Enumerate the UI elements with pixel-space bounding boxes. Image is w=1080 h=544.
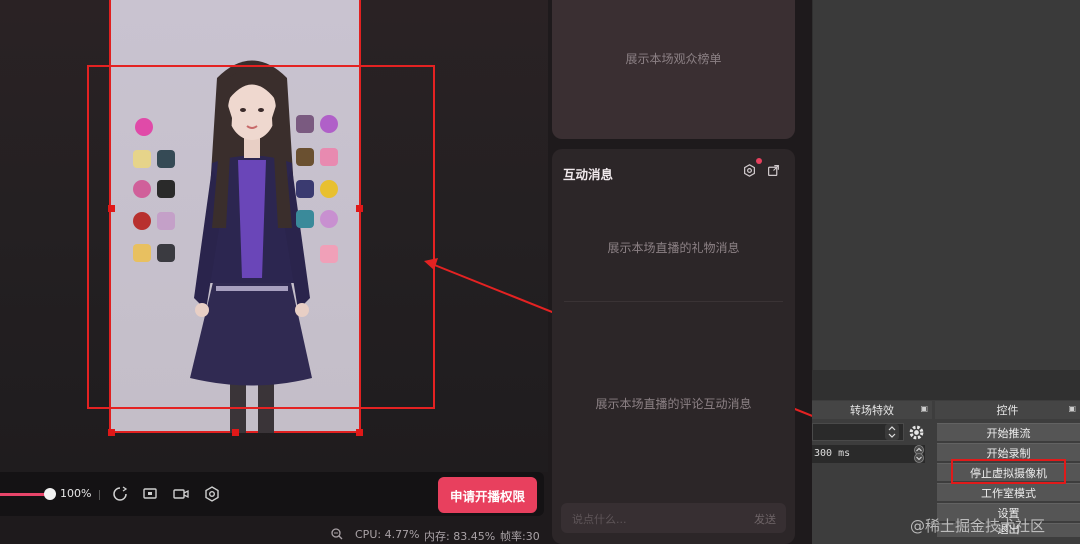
studio-mode-button[interactable]: 工作室模式: [937, 483, 1080, 501]
duration-field[interactable]: 300 ms: [812, 445, 925, 463]
audience-ranking-panel: 展示本场观众榜单: [552, 0, 795, 139]
float-dock-icon[interactable]: ▣: [1068, 404, 1076, 413]
gear-icon[interactable]: [907, 423, 926, 442]
zoom-slider-track[interactable]: [0, 493, 48, 496]
rotate-icon[interactable]: [112, 486, 128, 502]
zoom-slider-knob[interactable]: [44, 488, 56, 500]
cpu-status: CPU: 4.77%: [355, 528, 420, 541]
settings-icon[interactable]: [743, 164, 756, 177]
audience-hint: 展示本场观众榜单: [625, 52, 722, 66]
resize-handle[interactable]: [108, 429, 115, 436]
gift-messages-hint: 展示本场直播的礼物消息: [607, 241, 740, 255]
control-bar: 100% 申请开播权限: [0, 472, 544, 516]
screen-cast-icon[interactable]: [142, 486, 158, 502]
divider: [99, 490, 100, 500]
comment-messages-hint: 展示本场直播的评论互动消息: [595, 397, 752, 411]
settings-icon[interactable]: [204, 486, 220, 502]
watermark: @稀土掘金技术社区: [910, 517, 1046, 535]
resize-handle[interactable]: [232, 429, 239, 436]
start-streaming-button[interactable]: 开始推流: [937, 423, 1080, 441]
controls-dock-header: 控件 ▣: [935, 401, 1080, 419]
resize-handle[interactable]: [356, 429, 363, 436]
annotation-highlight: [951, 459, 1066, 484]
divider: [564, 301, 783, 302]
popout-icon[interactable]: [767, 164, 780, 177]
zoom-search-icon[interactable]: [331, 528, 343, 540]
zoom-value: 100%: [60, 487, 92, 500]
chat-placeholder: 说点什么...: [572, 513, 627, 526]
float-dock-icon[interactable]: ▣: [920, 404, 928, 413]
preview-area: [0, 0, 548, 472]
spinner-arrows-icon[interactable]: [885, 424, 899, 440]
controls-title: 控件: [996, 404, 1019, 417]
transitions-dock-header: 转场特效 ▣: [812, 401, 932, 419]
panel-title: 互动消息: [563, 167, 614, 182]
interaction-messages-panel: 互动消息 展示本场直播的礼物消息 展示本场直播的评论互动消息 说点什么... 发…: [552, 149, 795, 544]
transitions-title: 转场特效: [850, 404, 894, 417]
annotation-rectangle: [87, 65, 435, 409]
camera-icon[interactable]: [173, 486, 189, 502]
apply-broadcast-button[interactable]: 申请开播权限: [438, 477, 537, 513]
obs-separator: [812, 370, 1080, 400]
duration-stepper-icon[interactable]: [911, 445, 927, 463]
send-button[interactable]: 发送: [754, 511, 776, 527]
memory-status: 内存: 83.45%: [424, 530, 496, 543]
obs-dock-area: [812, 0, 1080, 370]
chat-input[interactable]: 说点什么... 发送: [561, 503, 786, 533]
fps-status: 帧率:30: [500, 530, 540, 543]
notification-dot: [756, 158, 762, 164]
